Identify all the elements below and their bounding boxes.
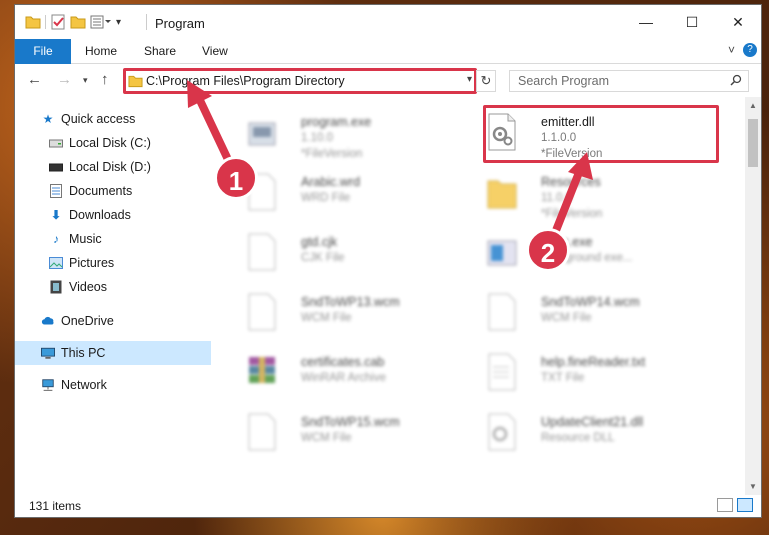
annotation-overlay [187, 80, 593, 242]
arrow-2 [549, 152, 593, 242]
step-badge-1: 1 [214, 156, 258, 200]
arrow-1 [187, 80, 236, 172]
step-badge-2: 2 [526, 228, 570, 272]
